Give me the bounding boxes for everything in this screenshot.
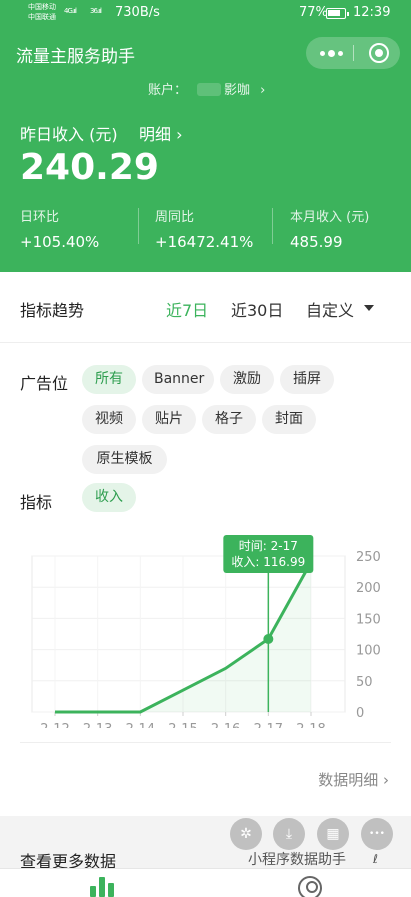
chip-metric-income[interactable]: 收入 [82, 483, 136, 512]
data-assistant-brand[interactable]: 小程序数据助手 [248, 849, 346, 869]
header-panel: 中国移动 中国联通 4G.ııl 36.ııl 730B/s 77% 12:39… [0, 0, 411, 272]
income-line-chart[interactable]: 0 50 100 150 200 250 2-12 2-13 2-14 2-15 2-16 2-17 2… [0, 528, 411, 728]
caret-down-icon[interactable] [364, 305, 374, 311]
bar-chart-icon[interactable] [90, 877, 114, 897]
chip-slot-preroll[interactable]: 贴片 [142, 405, 196, 434]
pinwheel-icon[interactable]: ✲ [230, 818, 262, 850]
carrier-2: 中国联通 [28, 13, 56, 21]
battery-icon [326, 8, 349, 19]
divider [0, 342, 411, 343]
mini-program-capsule [306, 37, 400, 69]
x-tick-label: 2-16 [211, 722, 241, 728]
stat-day-over-day: 日环比 +105.40% [20, 206, 99, 251]
signal-icon: 4G.ııl [64, 7, 77, 15]
stat-divider [138, 208, 139, 244]
stat-week-over-week: 周同比 +16472.41% [155, 206, 253, 251]
stat-value: 485.99 [290, 233, 343, 251]
y-tick-label: 150 [356, 612, 381, 627]
y-tick-label: 250 [356, 550, 381, 565]
chip-slot-native-template[interactable]: 原生模板 [82, 445, 167, 474]
x-tick-label: 2-17 [254, 722, 284, 728]
download-icon[interactable]: ⤓ [273, 818, 305, 850]
trend-title: 指标趋势 [20, 301, 85, 320]
battery-percent: 77% [299, 5, 328, 20]
y-tick-label: 100 [356, 644, 381, 659]
account-label: 账户： [148, 83, 188, 98]
yesterday-income-label: 昨日收入 (元) [20, 125, 118, 144]
range-custom[interactable]: 自定义 [306, 297, 354, 321]
income-detail-link[interactable]: 明细 › [139, 121, 183, 145]
slot-label: 广告位 [20, 374, 69, 393]
link-icon: ℓ [373, 852, 378, 866]
carrier-1: 中国移动 [28, 3, 56, 11]
chip-slot-all[interactable]: 所有 [82, 365, 136, 394]
metric-label: 指标 [20, 493, 53, 512]
chip-slot-cover[interactable]: 封面 [262, 405, 316, 434]
account-name-mask [197, 83, 222, 96]
stat-label: 日环比 [20, 210, 60, 225]
capsule-divider [353, 45, 354, 61]
y-tick-label: 200 [356, 581, 381, 596]
x-tick-label: 2-13 [83, 722, 113, 728]
clock: 12:39 [353, 5, 391, 20]
close-circle-icon[interactable] [369, 43, 389, 63]
x-tick-label: 2-18 [296, 722, 326, 728]
stat-label: 本月收入 (元) [290, 210, 370, 225]
account-switcher[interactable]: 账户： 影咖 › [148, 79, 265, 98]
chip-slot-interstitial[interactable]: 插屏 [280, 365, 334, 394]
carrier-names: 中国移动 中国联通 [28, 2, 56, 22]
x-tick-label: 2-15 [168, 722, 198, 728]
chip-slot-rewarded[interactable]: 激励 [220, 365, 274, 394]
range-30-days[interactable]: 近30日 [231, 297, 283, 321]
trend-card: 指标趋势 近7日 近30日 自定义 广告位 所有 Banner 激励 插屏 视频… [0, 272, 411, 816]
data-detail-link[interactable]: 数据明细 › [318, 769, 389, 790]
more-icon[interactable]: ••• [361, 818, 393, 850]
user-icon[interactable] [298, 876, 322, 897]
chip-slot-video[interactable]: 视频 [82, 405, 136, 434]
stat-month-income: 本月收入 (元) 485.99 [290, 206, 369, 251]
x-tick-label: 2-12 [40, 722, 70, 728]
stat-value: +16472.41% [155, 233, 254, 251]
more-dots-icon[interactable] [318, 44, 344, 62]
chip-slot-banner[interactable]: Banner [142, 365, 214, 394]
stat-label: 周同比 [155, 210, 195, 225]
y-tick-label: 50 [356, 675, 373, 690]
tooltip-time: 时间: 2-17 [239, 539, 298, 553]
grid-icon[interactable]: ▦ [317, 818, 349, 850]
stat-divider [272, 208, 273, 244]
tooltip-value: 收入: 116.99 [231, 555, 305, 569]
range-7-days[interactable]: 近7日 [166, 297, 208, 321]
data-point-marker [263, 633, 274, 644]
stat-value: +105.40% [20, 233, 100, 251]
status-bar: 中国移动 中国联通 4G.ııl 36.ııl 730B/s 77% 12:39 [0, 0, 411, 28]
yesterday-income-value: 240.29 [20, 147, 159, 188]
divider [20, 742, 391, 743]
net-speed: 730B/s [115, 5, 160, 20]
signal-icon: 36.ııl [90, 7, 102, 15]
account-name: 影咖 [224, 83, 251, 98]
y-tick-label: 0 [356, 706, 364, 721]
chevron-right-icon: › [260, 83, 266, 98]
app-title: 流量主服务助手 [16, 47, 135, 67]
x-tick-label: 2-14 [126, 722, 156, 728]
tab-bar [0, 868, 411, 897]
chip-slot-grid[interactable]: 格子 [202, 405, 256, 434]
